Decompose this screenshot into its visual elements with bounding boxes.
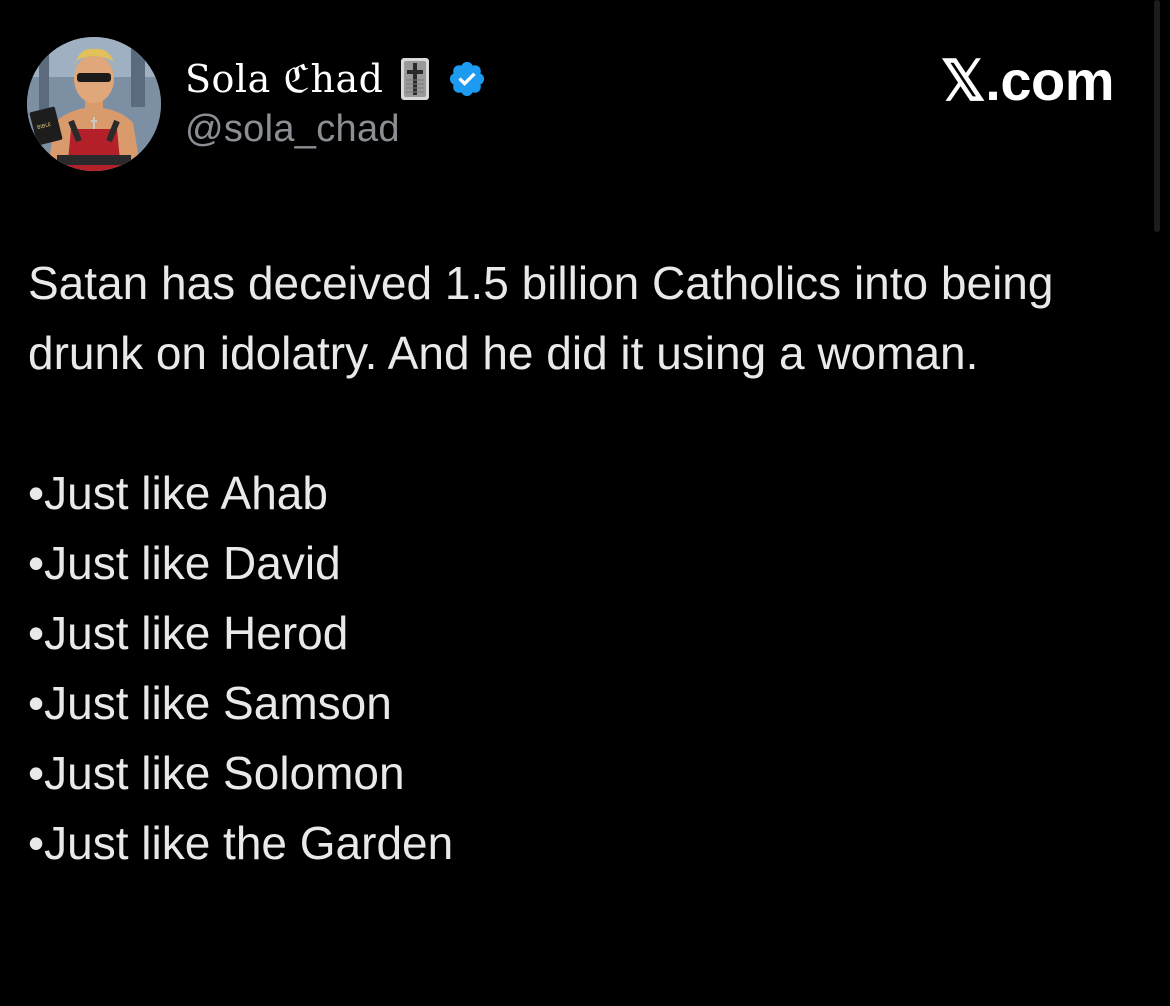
- avatar[interactable]: BIBLE: [27, 37, 161, 171]
- tweet-text: Satan has deceived 1.5 billion Catholics…: [28, 257, 1054, 379]
- author-display-name[interactable]: Sola ℭhad: [185, 57, 383, 101]
- list-item: •Just like the Garden: [28, 817, 454, 869]
- list-item: •Just like David: [28, 537, 341, 589]
- scrollbar[interactable]: [1154, 0, 1160, 232]
- list-item: •Just like Solomon: [28, 747, 405, 799]
- list-item: •Just like Herod: [28, 607, 349, 659]
- verified-badge-icon: [447, 59, 487, 99]
- list-item: •Just like Ahab: [28, 467, 328, 519]
- tweet-header: BIBLE Sola ℭhad @sola_chad 𝕏.com: [27, 34, 1115, 174]
- tweet-bullet-list: •Just like Ahab •Just like David •Just l…: [28, 458, 1118, 878]
- avatar-image: BIBLE: [27, 37, 161, 171]
- author-name-row[interactable]: Sola ℭhad: [185, 56, 487, 102]
- cross-bookmark-icon: [397, 56, 433, 102]
- list-item: •Just like Samson: [28, 677, 392, 729]
- author-handle[interactable]: @sola_chad: [185, 108, 400, 151]
- brand-logo: 𝕏.com: [940, 49, 1115, 112]
- tweet-body: Satan has deceived 1.5 billion Catholics…: [28, 248, 1118, 878]
